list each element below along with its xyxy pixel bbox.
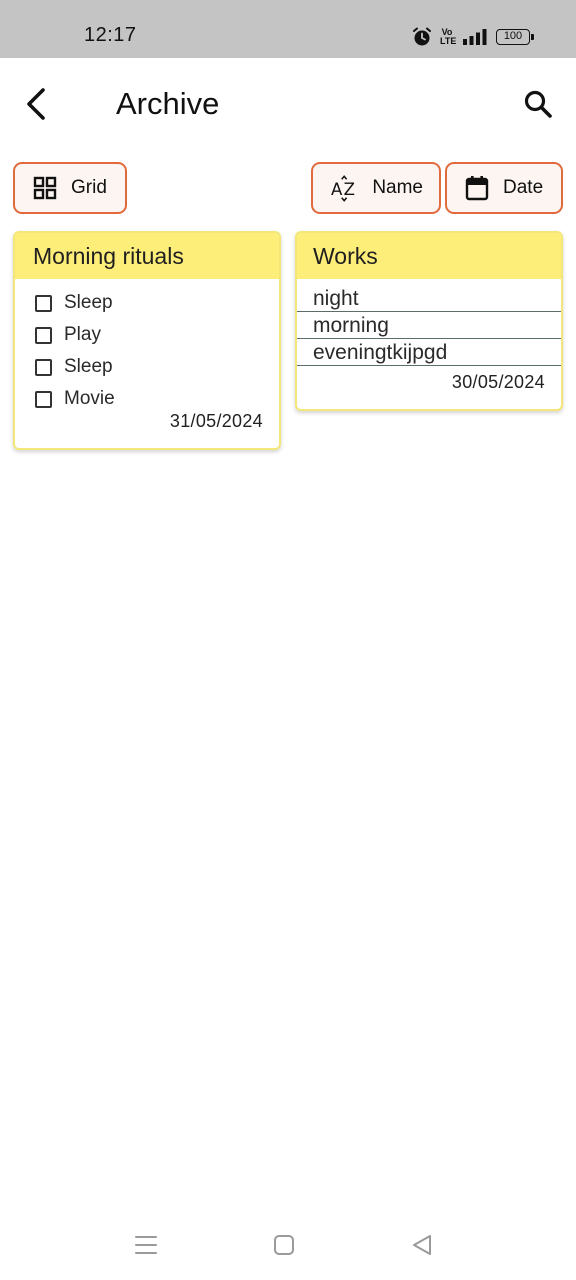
grid-icon [33,176,57,200]
page-title: Archive [116,86,220,121]
note-body: night morning eveningtkijpgd [297,279,561,366]
checkbox-unchecked-icon[interactable] [35,390,52,408]
search-button[interactable] [518,84,558,124]
menu-icon [135,1236,157,1254]
note-title: Morning rituals [15,233,279,279]
note-line: morning [297,312,561,339]
svg-text:A: A [331,180,343,199]
sort-by-date-button[interactable]: Date [445,162,563,214]
checkbox-unchecked-icon[interactable] [35,358,52,376]
volte-line2: LTE [440,36,457,46]
recent-apps-button[interactable] [126,1230,166,1260]
status-time: 12:17 [84,24,137,46]
back-button[interactable] [16,82,56,126]
checklist-item-label: Play [64,324,101,345]
grid-label: Grid [71,177,107,198]
note-line: eveningtkijpgd [297,339,561,366]
sort-by-name-button[interactable]: A Z Name [311,162,441,214]
note-date: 30/05/2024 [451,372,545,392]
system-nav-bar [0,1210,576,1280]
status-bar: 12:17 Vo LTE 100 [0,0,576,58]
volte-icon: Vo LTE [440,28,457,46]
battery-icon: 100 [496,29,534,45]
date-label: Date [503,177,544,198]
system-back-button[interactable] [402,1230,442,1260]
search-icon [524,90,552,118]
checklist-item-label: Sleep [64,292,113,313]
home-button[interactable] [264,1230,304,1260]
signal-icon [463,29,487,45]
status-icons: Vo LTE 100 [412,24,534,50]
back-triangle-icon [413,1235,431,1255]
arrow-back-icon [27,88,45,120]
sort-alpha-icon: A Z [331,175,355,202]
checklist-item-label: Movie [64,388,115,409]
home-icon [274,1235,294,1255]
svg-text:Z: Z [344,180,355,199]
note-title: Works [297,233,561,279]
note-card[interactable]: Morning rituals Sleep Play Sleep Movie 3… [13,231,281,450]
calendar-icon [465,176,489,201]
note-date: 31/05/2024 [169,411,263,431]
note-line: night [297,285,561,312]
checkbox-unchecked-icon[interactable] [35,326,52,344]
app-bar: Archive [0,58,576,150]
grid-view-button[interactable]: Grid [13,162,127,214]
checklist-item-label: Sleep [64,356,113,377]
checklist: Sleep Play Sleep Movie [15,279,279,415]
checkbox-unchecked-icon[interactable] [35,294,52,312]
checklist-item[interactable]: Sleep [35,287,279,319]
checklist-item[interactable]: Play [35,319,279,351]
note-card[interactable]: Works night morning eveningtkijpgd 30/05… [295,231,563,411]
checklist-item[interactable]: Sleep [35,351,279,383]
name-label: Name [372,177,423,198]
alarm-icon [413,27,431,46]
